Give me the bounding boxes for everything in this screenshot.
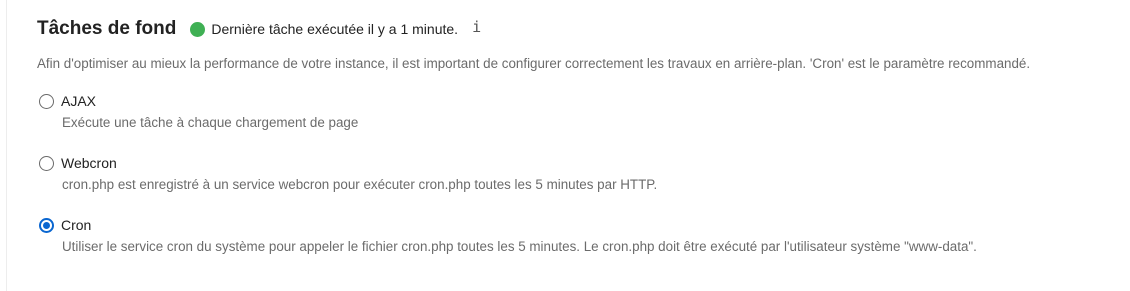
option-ajax-row[interactable]: AJAX xyxy=(37,90,1117,112)
option-webcron-row[interactable]: Webcron xyxy=(37,152,1117,174)
option-ajax-hint: Exécute une tâche à chaque chargement de… xyxy=(62,115,359,130)
section-description: Afin d'optimiser au mieux la performance… xyxy=(37,56,1031,71)
section-divider xyxy=(6,0,7,291)
background-jobs-section: Tâches de fond Dernière tâche exécutée i… xyxy=(37,0,1130,291)
option-webcron-label[interactable]: Webcron xyxy=(61,155,117,171)
option-ajax: AJAX Exécute une tâche à chaque chargeme… xyxy=(37,90,1117,130)
option-cron-label[interactable]: Cron xyxy=(61,217,91,233)
radio-cron[interactable] xyxy=(39,217,54,233)
section-heading: Tâches de fond Dernière tâche exécutée i… xyxy=(37,15,481,43)
option-webcron-hint: cron.php est enregistré à un service web… xyxy=(62,177,658,192)
radio-webcron[interactable] xyxy=(39,155,54,171)
option-webcron: Webcron cron.php est enregistré à un ser… xyxy=(37,152,1117,192)
option-ajax-label[interactable]: AJAX xyxy=(61,93,96,109)
section-title: Tâches de fond xyxy=(37,18,177,39)
status-ok-icon xyxy=(190,21,206,37)
option-cron: Cron Utiliser le service cron du système… xyxy=(37,214,1117,254)
info-icon[interactable]: i xyxy=(472,18,481,36)
option-cron-hint: Utiliser le service cron du système pour… xyxy=(62,239,977,254)
last-job-status: Dernière tâche exécutée il y a 1 minute. xyxy=(211,21,459,37)
radio-ajax[interactable] xyxy=(39,93,54,109)
option-cron-row[interactable]: Cron xyxy=(37,214,1117,236)
